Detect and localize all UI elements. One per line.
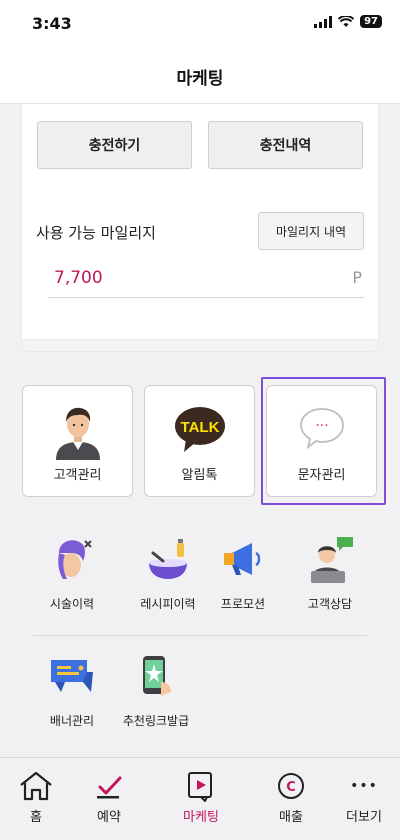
referral-phone-icon <box>116 652 196 702</box>
tab-home[interactable]: 홈 <box>6 758 66 840</box>
signal-icon <box>314 15 333 28</box>
mileage-history-button[interactable]: 마일리지 내역 <box>258 212 364 250</box>
bottom-tab-bar: 홈 예약 마케팅 C 매출 ••• 더보기 <box>0 757 400 840</box>
consultant-icon <box>290 535 370 585</box>
banner-management-item[interactable]: 배너관리 <box>32 652 112 732</box>
section-divider <box>33 635 367 636</box>
home-icon <box>6 768 66 804</box>
treatment-history-label: 시술이력 <box>49 597 95 611</box>
wifi-icon <box>338 15 355 27</box>
tab-more[interactable]: ••• 더보기 <box>334 758 394 840</box>
checkmark-icon <box>79 768 139 804</box>
megaphone-icon <box>203 535 283 585</box>
referral-link-item[interactable]: 추천링크발급 <box>116 652 196 732</box>
charge-history-button[interactable]: 충전내역 <box>208 121 363 169</box>
tab-marketing-label: 마케팅 <box>183 810 219 825</box>
banner-management-label: 배너관리 <box>49 714 95 728</box>
charge-button[interactable]: 충전하기 <box>37 121 192 169</box>
mileage-value: 7,700 <box>54 268 103 288</box>
card-footer-strip <box>22 339 378 351</box>
promotion-label: 프로모션 <box>220 597 266 611</box>
battery-indicator: 97 <box>360 15 382 28</box>
mileage-value-field: 7,700 P <box>48 262 364 298</box>
tab-more-label: 더보기 <box>346 810 382 825</box>
hair-styling-icon <box>32 535 112 585</box>
customer-consulting-item[interactable]: 고객상담 <box>290 535 370 615</box>
available-mileage-label: 사용 가능 마일리지 <box>36 224 156 242</box>
more-dots-text: ••• <box>350 778 378 794</box>
banner-icon <box>32 652 112 702</box>
customer-avatar-icon <box>23 404 132 460</box>
kakao-talk-icon: TALK <box>145 404 254 460</box>
recipe-bowl-icon <box>128 535 208 585</box>
tab-home-label: 홈 <box>30 810 42 825</box>
treatment-history-item[interactable]: 시술이력 <box>32 535 112 615</box>
mileage-unit: P <box>352 268 362 287</box>
customer-management-tile[interactable]: 고객관리 <box>22 385 133 497</box>
tab-reservation[interactable]: 예약 <box>79 758 139 840</box>
status-icons: 97 <box>314 15 382 28</box>
page-title: 마케팅 <box>176 69 224 89</box>
mileage-card: 충전하기 충전내역 사용 가능 마일리지 마일리지 내역 7,700 P <box>21 104 379 352</box>
status-time: 3:43 <box>32 14 72 33</box>
customer-management-label: 고객관리 <box>53 468 102 483</box>
tab-marketing[interactable]: 마케팅 <box>171 758 231 840</box>
kakao-talk-text: TALK <box>180 419 219 436</box>
tab-reservation-label: 예약 <box>97 810 121 825</box>
sales-c-icon: C <box>261 768 321 804</box>
tab-sales[interactable]: C 매출 <box>261 758 321 840</box>
tab-sales-label: 매출 <box>279 810 303 825</box>
navigation-bar: 마케팅 <box>0 48 400 104</box>
referral-link-label: 추천링크발급 <box>122 714 190 728</box>
status-bar: 3:43 97 <box>0 0 400 48</box>
sales-c-text: C <box>286 780 296 795</box>
selection-highlight <box>261 377 386 505</box>
recipe-history-item[interactable]: 레시피이력 <box>128 535 208 615</box>
more-dots-icon: ••• <box>334 768 394 804</box>
alimtalk-label: 알림톡 <box>181 468 218 483</box>
promotion-item[interactable]: 프로모션 <box>203 535 283 615</box>
alimtalk-tile[interactable]: TALK 알림톡 <box>144 385 255 497</box>
customer-consulting-label: 고객상담 <box>307 597 353 611</box>
marketing-play-icon <box>171 768 231 804</box>
